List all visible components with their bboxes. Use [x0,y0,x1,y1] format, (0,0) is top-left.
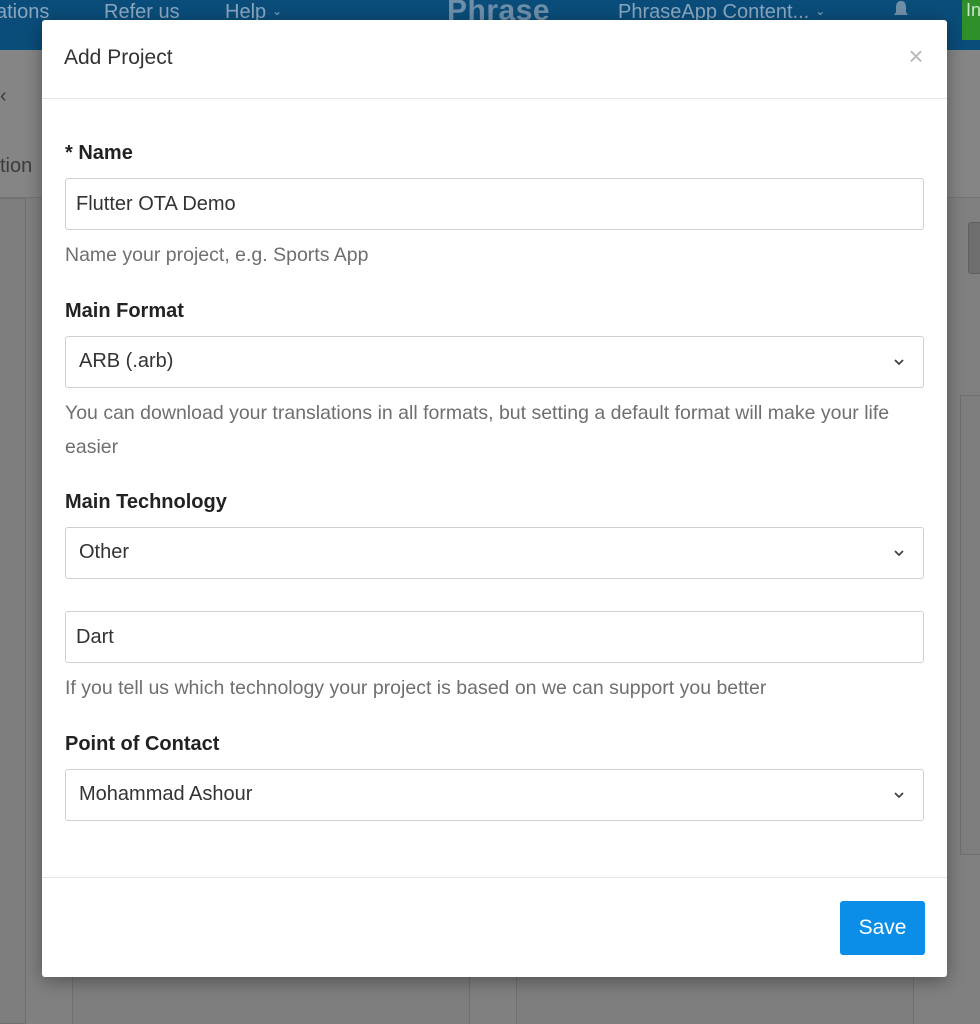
main-technology-select[interactable]: Other [65,527,924,579]
bell-icon[interactable] [891,0,911,20]
chevron-down-icon [894,550,904,557]
close-icon[interactable]: × [902,42,930,70]
background-button [968,222,980,274]
main-format-select[interactable]: ARB (.arb) [65,336,924,388]
name-label: * Name [65,142,133,164]
main-format-selected-value: ARB (.arb) [79,350,174,372]
main-format-label: Main Format [65,300,184,322]
name-help-text: Name your project, e.g. Sports App [65,244,369,266]
trial-button[interactable]: In [962,0,980,40]
chevron-down-icon [894,359,904,366]
technology-help-text: If you tell us which technology your pro… [65,677,767,699]
point-of-contact-select[interactable]: Mohammad Ashour [65,769,924,821]
background-card [0,198,26,1024]
dialog-footer: Save [42,877,947,977]
background-card [960,395,980,855]
main-technology-selected-value: Other [79,541,130,563]
point-of-contact-label: Point of Contact [65,733,220,755]
main-format-help-text: You can download your translations in al… [65,402,890,458]
save-button[interactable]: Save [840,901,925,955]
dialog-header: Add Project × [42,20,947,99]
project-name-input[interactable] [65,178,924,230]
add-project-dialog: Add Project × * Name Name your project, … [42,20,947,977]
other-technology-input[interactable] [65,611,924,663]
background-tab-label: tion [0,155,33,177]
back-icon[interactable]: ‹ [0,85,7,108]
main-technology-label: Main Technology [65,491,227,513]
point-of-contact-selected-value: Mohammad Ashour [79,783,253,805]
chevron-down-icon [894,792,904,799]
dialog-title: Add Project [64,46,173,69]
